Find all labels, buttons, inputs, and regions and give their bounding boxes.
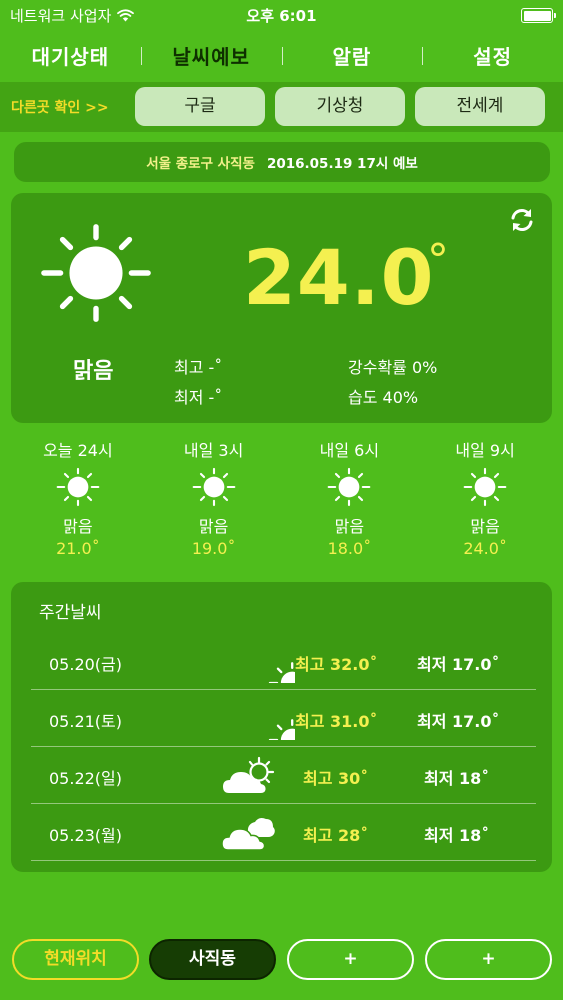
current-max-temp: 최고 -˚ [174,358,223,377]
hourly-item: 내일 3시 맑음 19.0˚ [146,437,282,577]
weekly-row: 05.20(금) 최고 32.0˚ 최저 17.0˚ [31,633,536,690]
weekly-min: 최저 18˚ [424,769,490,788]
weekly-max: 최고 31.0˚ [295,712,378,731]
hourly-forecast: 오늘 24시 맑음 21.0˚ 내일 3시 맑음 19.0˚ 내일 6시 맑음 … [10,437,553,577]
google-button[interactable]: 구글 [135,87,265,126]
current-condition: 맑음 [73,359,114,384]
hourly-temp: 19.0˚ [191,539,236,558]
other-sources-label: 다른곳 확인 >> [11,100,109,116]
weekly-date: 05.23(월) [49,826,123,845]
weekly-max: 최고 30˚ [303,769,369,788]
hourly-time: 오늘 24시 [43,441,113,460]
hourly-temp: 24.0˚ [463,539,507,558]
current-location-button[interactable]: 현재위치 [12,939,139,980]
location-sajik-button[interactable]: 사직동 [149,939,276,980]
hourly-condition: 맑음 [198,517,229,536]
location-bar: 서울 종로구 사직동 2016.05.19 17시 예보 [14,142,550,182]
hourly-time: 내일 9시 [455,441,515,460]
hourly-item: 내일 9시 맑음 24.0˚ [417,437,553,577]
degree-symbol: ° [427,235,449,286]
current-min-temp: 최저 -˚ [174,388,223,407]
hourly-item: 오늘 24시 맑음 21.0˚ [10,437,146,577]
other-sources-bar: 다른곳 확인 >> 구글 기상청 전세계 [0,82,563,132]
hourly-time: 내일 6시 [319,441,380,460]
sun-icon [55,467,101,507]
sun-icon [462,467,508,507]
status-bar: 네트워크 사업자 오후 6:01 [0,0,563,30]
top-tab-bar: 대기상태 날씨예보 알람 설정 [0,30,563,80]
sun-icon [326,467,372,507]
battery-fill [523,10,551,21]
hourly-temp: 21.0˚ [56,539,100,558]
forecast-time: 2016.05.19 17시 예보 [266,156,418,172]
rain-probability: 강수확률 0% [348,358,438,377]
sun-icon [191,467,237,507]
tab-air-quality[interactable]: 대기상태 [0,41,141,70]
refresh-icon[interactable] [508,206,536,234]
weekly-date: 05.20(금) [49,655,123,674]
humidity: 습도 40% [348,388,419,407]
hourly-time: 내일 3시 [183,441,244,460]
add-location-button[interactable]: + [425,939,552,980]
hourly-temp: 18.0˚ [327,539,372,558]
tab-forecast[interactable]: 날씨예보 [140,41,282,70]
weekly-max: 최고 28˚ [303,826,369,845]
sun-icon [37,223,155,323]
sun-cloud-icon [221,755,277,797]
weekly-forecast-panel: 주간날씨 05.20(금) 최고 32.0˚ 최저 17.0˚ 05.21(토)… [11,582,552,872]
current-temperature: 24.0 [243,233,435,322]
hourly-condition: 맑음 [334,517,365,536]
worldwide-button[interactable]: 전세계 [415,87,545,126]
hourly-item: 내일 6시 맑음 18.0˚ [282,437,418,577]
tab-settings[interactable]: 설정 [422,41,563,70]
cloudy-icon [221,812,277,854]
weekly-date: 05.22(일) [49,769,123,788]
weekly-max: 최고 32.0˚ [295,655,378,674]
weekly-date: 05.21(토) [49,712,123,731]
weekly-row: 05.23(월) 최고 28˚ 최저 18˚ [31,804,536,861]
battery-icon [521,8,556,23]
hourly-condition: 맑음 [470,517,500,536]
tab-alarm[interactable]: 알람 [281,41,423,70]
weekly-min: 최저 18˚ [424,826,490,845]
status-time: 오후 6:01 [246,7,317,25]
weekly-min: 최저 17.0˚ [417,655,500,674]
sun-icon [239,641,295,683]
sun-icon [239,698,295,740]
kma-button[interactable]: 기상청 [275,87,405,126]
hourly-condition: 맑음 [63,517,93,536]
add-location-button[interactable]: + [287,939,414,980]
weekly-row: 05.21(토) 최고 31.0˚ 최저 17.0˚ [31,690,536,747]
current-weather-panel: 24.0 ° 맑음 최고 -˚ 최저 -˚ 강수확률 0% 습도 40% [11,193,552,423]
weekly-row: 05.22(일) 최고 30˚ 최저 18˚ [31,747,536,804]
weekly-min: 최저 17.0˚ [417,712,500,731]
location-name: 서울 종로구 사직동 [146,156,255,172]
weekly-title: 주간날씨 [39,603,102,623]
